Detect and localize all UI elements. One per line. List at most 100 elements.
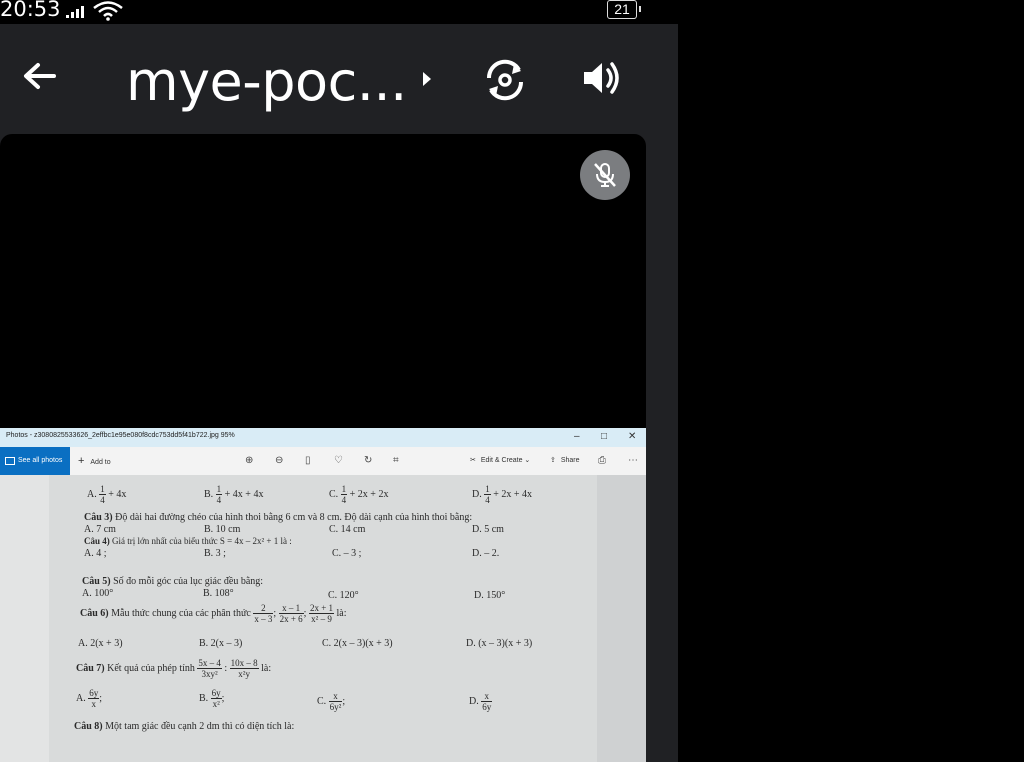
battery-indicator: 21 — [607, 0, 637, 19]
meeting-title[interactable]: mye-poc... — [126, 50, 407, 113]
edit-create-label: Edit & Create — [480, 457, 523, 464]
q3-option-b: B. 10 cm — [204, 524, 241, 535]
plus-icon: + — [78, 455, 85, 467]
q2-option-d: D. 14 + 2x + 4x — [472, 484, 532, 505]
q5-question: Câu 5) Số đo mỗi góc của lục giác đều bằ… — [82, 576, 263, 587]
mic-off-icon — [594, 163, 616, 187]
q7-option-b: B. 6y x²; — [199, 688, 225, 709]
share-label: Share — [560, 457, 580, 464]
speaker-icon[interactable] — [580, 58, 620, 98]
q3-head: Câu 3) — [84, 512, 113, 523]
q7-tail: là: — [261, 662, 272, 674]
switch-camera-icon[interactable] — [481, 56, 529, 104]
signal-icon — [66, 6, 84, 18]
q6-text: Mẫu thức chung của các phân thức — [111, 607, 251, 619]
shared-photos-window: Photos - z3080825533626_2effbc1e95e080f8… — [0, 428, 646, 762]
chevron-down-icon: ⌄ — [524, 457, 531, 464]
print-icon[interactable]: ⎙ — [598, 455, 606, 466]
more-options-icon[interactable]: ⋯ — [628, 455, 638, 466]
q2-b-text: + 4x + 4x — [224, 488, 264, 500]
zoom-out-icon[interactable]: ⊖ — [275, 455, 283, 466]
q7-option-c: C. x 6y²; — [317, 691, 346, 712]
q3-option-c: C. 14 cm — [329, 524, 366, 535]
edit-icon: ✂ — [470, 457, 476, 464]
close-icon[interactable]: ✕ — [628, 431, 636, 442]
q4-option-a: A. 4 ; — [84, 548, 107, 559]
q6-question: Câu 6) Mẫu thức chung của các phân thức … — [80, 603, 347, 624]
q4-head: Câu 4) — [84, 536, 110, 546]
q2-b-frac: 14 — [215, 484, 223, 505]
q5-option-b: B. 108° — [203, 588, 234, 599]
q4-option-b: B. 3 ; — [204, 548, 226, 559]
window-title-bar: Photos - z3080825533626_2effbc1e95e080f8… — [0, 428, 646, 447]
q3-option-a: A. 7 cm — [84, 524, 116, 535]
favorite-icon[interactable]: ♡ — [334, 455, 343, 466]
q8-text: Một tam giác đều cạnh 2 dm thì có diện t… — [105, 721, 295, 732]
photo-document: A. 14 + 4x B. 14 + 4x + 4x C. 14 + 2x + … — [49, 475, 597, 762]
mic-muted-button[interactable] — [580, 150, 630, 200]
photos-toolbar: See all photos + Add to ⊕ ⊖ ▯ ♡ ↻ ⌗ ✂ Ed… — [0, 447, 646, 475]
app-bar: mye-poc... — [0, 24, 678, 134]
window-title: Photos - z3080825533626_2effbc1e95e080f8… — [6, 432, 235, 439]
q6-frac-1: 2x – 3 — [253, 603, 274, 624]
status-bar: 20:53 21 — [0, 0, 678, 24]
q6-head: Câu 6) — [80, 607, 109, 619]
q2-option-a: A. 14 + 4x — [87, 484, 126, 505]
q2-d-frac: 14 — [484, 484, 491, 505]
minimize-icon[interactable]: – — [574, 431, 580, 442]
q8-head: Câu 8) — [74, 721, 103, 732]
add-to-button[interactable]: + Add to — [78, 447, 111, 477]
edit-create-button[interactable]: ✂ Edit & Create ⌄ — [470, 447, 530, 475]
wifi-icon — [93, 1, 123, 21]
q7-question: Câu 7) Kết quả của phép tính 5x – 4 3xy² … — [76, 658, 272, 679]
delete-icon[interactable]: ▯ — [305, 455, 311, 466]
q2-c-label: C. — [329, 488, 339, 500]
q6-option-a: A. 2(x + 3) — [78, 638, 123, 649]
zoom-in-icon[interactable]: ⊕ — [245, 455, 253, 466]
q5-option-c: C. 120° — [328, 590, 359, 601]
q2-d-text: + 2x + 4x — [493, 488, 533, 500]
chevron-right-icon[interactable] — [420, 70, 434, 88]
add-to-label: Add to — [90, 459, 111, 466]
q7-option-d: D. x 6y — [469, 691, 493, 712]
q3-option-d: D. 5 cm — [472, 524, 504, 535]
q2-a-text: + 4x — [108, 488, 127, 500]
battery-tip — [639, 6, 641, 12]
q2-option-b: B. 14 + 4x + 4x — [204, 484, 263, 505]
phone-screen: 20:53 21 mye-poc... Photos - z3080825533… — [0, 0, 678, 762]
q5-head: Câu 5) — [82, 576, 111, 587]
q5-text: Số đo mỗi góc của lục giác đều bằng: — [113, 576, 264, 587]
q7-text: Kết quả của phép tính — [107, 662, 195, 674]
q3-question: Câu 3) Độ dài hai đường chéo của hình th… — [84, 512, 472, 523]
q6-frac-2: x – 1 2x + 6 — [278, 603, 304, 624]
q2-c-frac: 14 — [340, 484, 348, 505]
q3-text: Độ dài hai đường chéo của hình thoi bằng… — [115, 512, 473, 523]
letterbox-right — [678, 0, 1024, 762]
q2-a-frac: 14 — [99, 484, 106, 505]
see-all-label: See all photos — [18, 457, 63, 464]
q4-option-d: D. – 2. — [472, 548, 500, 559]
rotate-icon[interactable]: ↻ — [364, 455, 372, 466]
q6-tail: là: — [336, 607, 347, 619]
back-arrow-icon[interactable] — [20, 56, 60, 96]
q6-frac-3: 2x + 1 x² – 9 — [308, 603, 335, 624]
photo-background-right — [597, 475, 646, 762]
q5-option-d: D. 150° — [474, 590, 506, 601]
photos-icon — [5, 457, 15, 465]
q2-option-c: C. 14 + 2x + 2x — [329, 484, 388, 505]
q7-frac-2: 10x – 8 x²y — [229, 658, 259, 679]
q8-question: Câu 8) Một tam giác đều cạnh 2 dm thì có… — [74, 721, 294, 732]
share-icon: ⇪ — [550, 457, 556, 464]
status-time: 20:53 — [0, 0, 61, 21]
see-all-photos-button[interactable]: See all photos — [0, 447, 70, 475]
q6-option-d: D. (x – 3)(x + 3) — [466, 638, 533, 649]
q7-frac-1: 5x – 4 3xy² — [197, 658, 222, 679]
q4-option-c: C. – 3 ; — [332, 548, 362, 559]
q2-a-label: A. — [87, 488, 97, 500]
q5-option-a: A. 100° — [82, 588, 114, 599]
q2-c-text: + 2x + 2x — [349, 488, 389, 500]
crop-icon[interactable]: ⌗ — [393, 455, 399, 466]
share-button[interactable]: ⇪ Share — [550, 447, 580, 475]
q2-b-label: B. — [204, 488, 214, 500]
maximize-icon[interactable]: □ — [601, 431, 607, 442]
